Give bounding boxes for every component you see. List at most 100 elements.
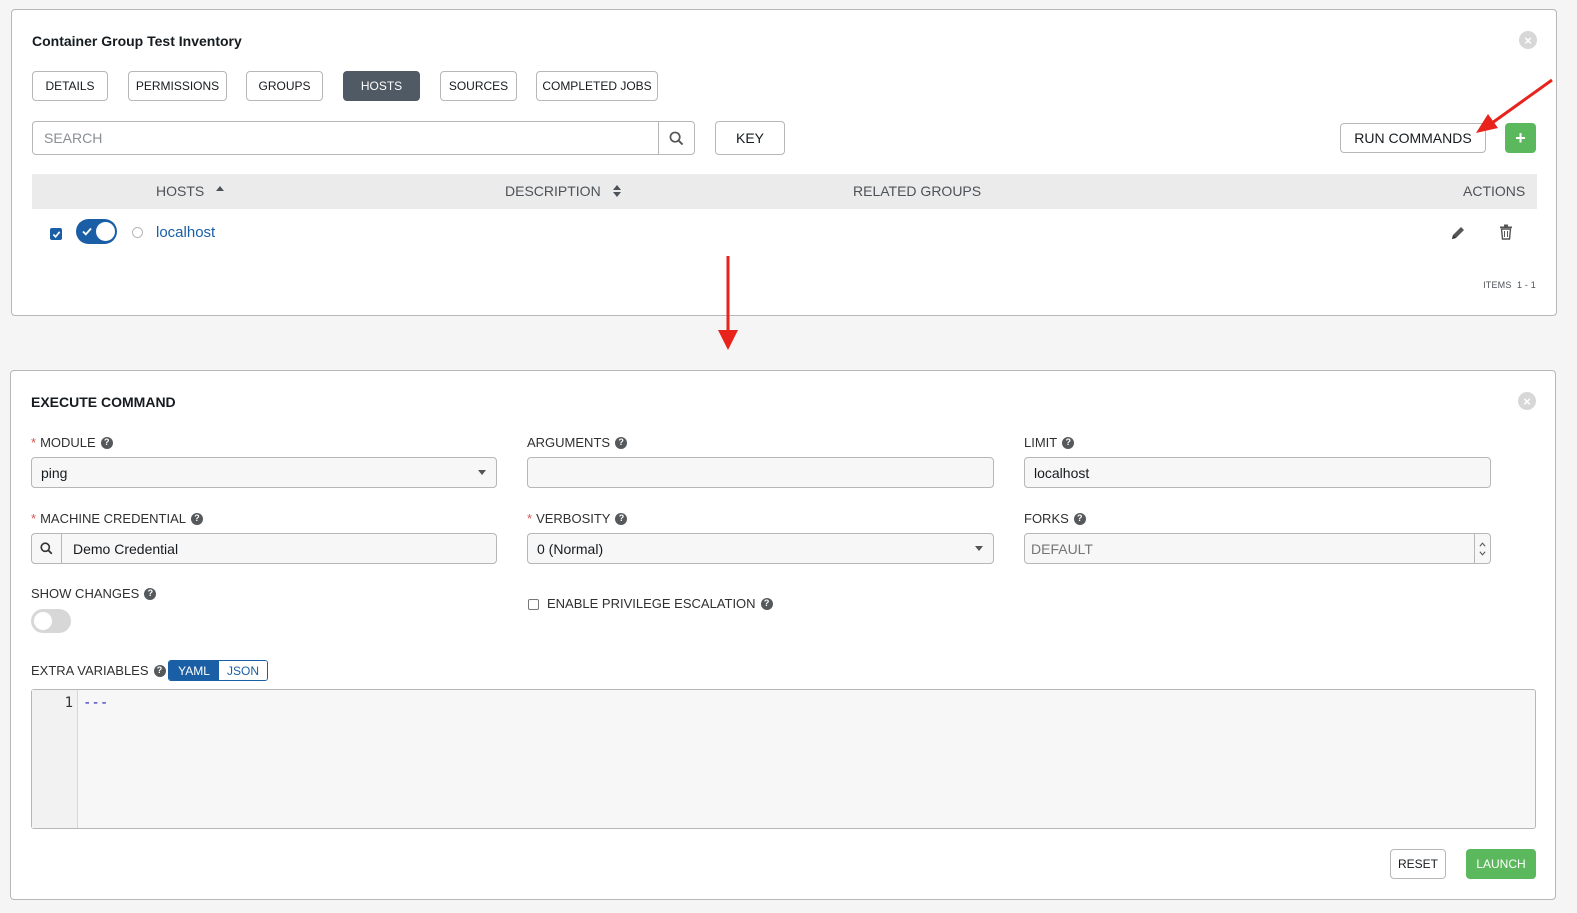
toggle-knob bbox=[96, 222, 115, 241]
host-name-link[interactable]: localhost bbox=[156, 224, 215, 241]
tab-permissions[interactable]: PERMISSIONS bbox=[128, 71, 227, 101]
module-select[interactable]: ping bbox=[31, 457, 497, 488]
column-header-description[interactable]: DESCRIPTION bbox=[505, 183, 621, 199]
run-commands-button[interactable]: RUN COMMANDS bbox=[1340, 123, 1486, 153]
module-value: ping bbox=[41, 464, 68, 481]
tab-hosts[interactable]: HOSTS bbox=[343, 71, 420, 101]
required-marker: * bbox=[31, 435, 37, 450]
column-label: DESCRIPTION bbox=[505, 183, 601, 199]
inventory-title: Container Group Test Inventory bbox=[32, 33, 242, 49]
privilege-escalation-label-text: ENABLE PRIVILEGE ESCALATION bbox=[547, 596, 756, 611]
json-mode-button[interactable]: JSON bbox=[219, 661, 267, 680]
check-icon bbox=[82, 227, 92, 236]
machine-credential-label-text: MACHINE CREDENTIAL bbox=[40, 511, 186, 526]
privilege-escalation-label: ENABLE PRIVILEGE ESCALATION ? bbox=[547, 596, 773, 611]
extra-variables-label-text: EXTRA VARIABLES bbox=[31, 663, 149, 678]
search-button[interactable] bbox=[658, 122, 694, 154]
add-button[interactable]: + bbox=[1505, 123, 1536, 153]
show-changes-label-text: SHOW CHANGES bbox=[31, 586, 140, 601]
search-icon bbox=[669, 131, 684, 145]
delete-trash-icon[interactable] bbox=[1499, 224, 1513, 240]
search-input[interactable] bbox=[33, 122, 659, 154]
column-header-related-groups: RELATED GROUPS bbox=[853, 183, 982, 199]
module-label-text: MODULE bbox=[40, 435, 96, 450]
required-marker: * bbox=[527, 511, 533, 526]
check-icon bbox=[52, 230, 60, 238]
execute-command-panel: EXECUTE COMMAND × * MODULE ? ping ARGUME… bbox=[10, 370, 1556, 900]
help-icon[interactable]: ? bbox=[760, 597, 773, 610]
chevron-down-icon bbox=[478, 470, 486, 475]
tab-sources[interactable]: SOURCES bbox=[440, 71, 517, 101]
tab-label: DETAILS bbox=[45, 79, 95, 93]
help-icon[interactable]: ? bbox=[615, 512, 628, 525]
items-count: ITEMS 1 - 1 bbox=[1483, 280, 1536, 290]
help-icon[interactable]: ? bbox=[153, 664, 166, 677]
extra-variables-label: EXTRA VARIABLES ? bbox=[31, 663, 166, 678]
tab-details[interactable]: DETAILS bbox=[32, 71, 108, 101]
verbosity-label-text: VERBOSITY bbox=[536, 511, 611, 526]
host-enabled-toggle[interactable] bbox=[76, 219, 117, 244]
edit-pencil-icon[interactable] bbox=[1450, 225, 1466, 241]
sort-icon bbox=[612, 185, 621, 197]
search-box bbox=[32, 121, 695, 155]
required-marker: * bbox=[31, 511, 37, 526]
search-icon bbox=[40, 542, 53, 555]
limit-label-text: LIMIT bbox=[1024, 435, 1058, 450]
hosts-table-header: HOSTS DESCRIPTION RELATED GROUPS ACTIONS bbox=[32, 174, 1537, 209]
extra-variables-editor[interactable]: 1 --- bbox=[31, 689, 1536, 829]
arguments-label-text: ARGUMENTS bbox=[527, 435, 611, 450]
items-range: 1 - 1 bbox=[1516, 280, 1536, 290]
items-label: ITEMS bbox=[1483, 280, 1512, 290]
column-label: HOSTS bbox=[156, 183, 205, 199]
tab-label: COMPLETED JOBS bbox=[542, 79, 652, 93]
help-icon[interactable]: ? bbox=[1073, 512, 1086, 525]
arguments-input[interactable] bbox=[527, 457, 994, 488]
chevron-down-icon[interactable] bbox=[1479, 550, 1486, 556]
limit-label: LIMIT ? bbox=[1024, 435, 1075, 450]
machine-credential-label: * MACHINE CREDENTIAL ? bbox=[31, 511, 203, 526]
help-icon[interactable]: ? bbox=[615, 436, 628, 449]
launch-button[interactable]: LAUNCH bbox=[1466, 849, 1536, 879]
column-header-hosts[interactable]: HOSTS bbox=[156, 183, 225, 199]
machine-credential-value[interactable]: Demo Credential bbox=[73, 541, 178, 557]
verbosity-select[interactable]: 0 (Normal) bbox=[527, 533, 994, 564]
table-row: localhost bbox=[32, 213, 1537, 253]
show-changes-toggle[interactable] bbox=[31, 609, 71, 633]
forks-label-text: FORKS bbox=[1024, 511, 1069, 526]
editor-content[interactable]: --- bbox=[83, 695, 108, 711]
forks-field bbox=[1024, 533, 1491, 564]
tab-label: HOSTS bbox=[360, 79, 403, 93]
close-icon[interactable]: × bbox=[1519, 31, 1537, 49]
host-status-icon bbox=[132, 227, 143, 238]
chevron-down-icon bbox=[975, 546, 983, 551]
tab-groups[interactable]: GROUPS bbox=[246, 71, 323, 101]
row-checkbox[interactable] bbox=[50, 228, 62, 240]
machine-credential-lookup: Demo Credential bbox=[31, 533, 497, 564]
forks-stepper[interactable] bbox=[1474, 534, 1490, 563]
column-header-actions: ACTIONS bbox=[1463, 183, 1526, 199]
yaml-mode-button[interactable]: YAML bbox=[169, 661, 219, 680]
help-icon[interactable]: ? bbox=[190, 512, 203, 525]
editor-gutter: 1 bbox=[32, 690, 78, 828]
chevron-up-icon[interactable] bbox=[1479, 541, 1486, 547]
close-icon[interactable]: × bbox=[1518, 392, 1536, 410]
forks-label: FORKS ? bbox=[1024, 511, 1086, 526]
tab-label: PERMISSIONS bbox=[135, 79, 220, 93]
extra-variables-mode-toggle: YAML JSON bbox=[168, 660, 268, 681]
execute-command-title: EXECUTE COMMAND bbox=[31, 394, 176, 410]
arguments-label: ARGUMENTS ? bbox=[527, 435, 628, 450]
tab-label: SOURCES bbox=[448, 79, 509, 93]
limit-input[interactable]: localhost bbox=[1024, 457, 1491, 488]
tab-completed-jobs[interactable]: COMPLETED JOBS bbox=[536, 71, 658, 101]
help-icon[interactable]: ? bbox=[100, 436, 113, 449]
tab-label: GROUPS bbox=[258, 79, 311, 93]
key-button[interactable]: KEY bbox=[715, 121, 785, 155]
credential-search-button[interactable] bbox=[32, 534, 62, 563]
privilege-escalation-checkbox[interactable] bbox=[528, 599, 539, 610]
help-icon[interactable]: ? bbox=[144, 587, 157, 600]
line-number: 1 bbox=[64, 695, 73, 711]
forks-input[interactable] bbox=[1025, 534, 1465, 563]
reset-button[interactable]: RESET bbox=[1390, 849, 1446, 879]
help-icon[interactable]: ? bbox=[1062, 436, 1075, 449]
verbosity-value: 0 (Normal) bbox=[537, 540, 604, 557]
